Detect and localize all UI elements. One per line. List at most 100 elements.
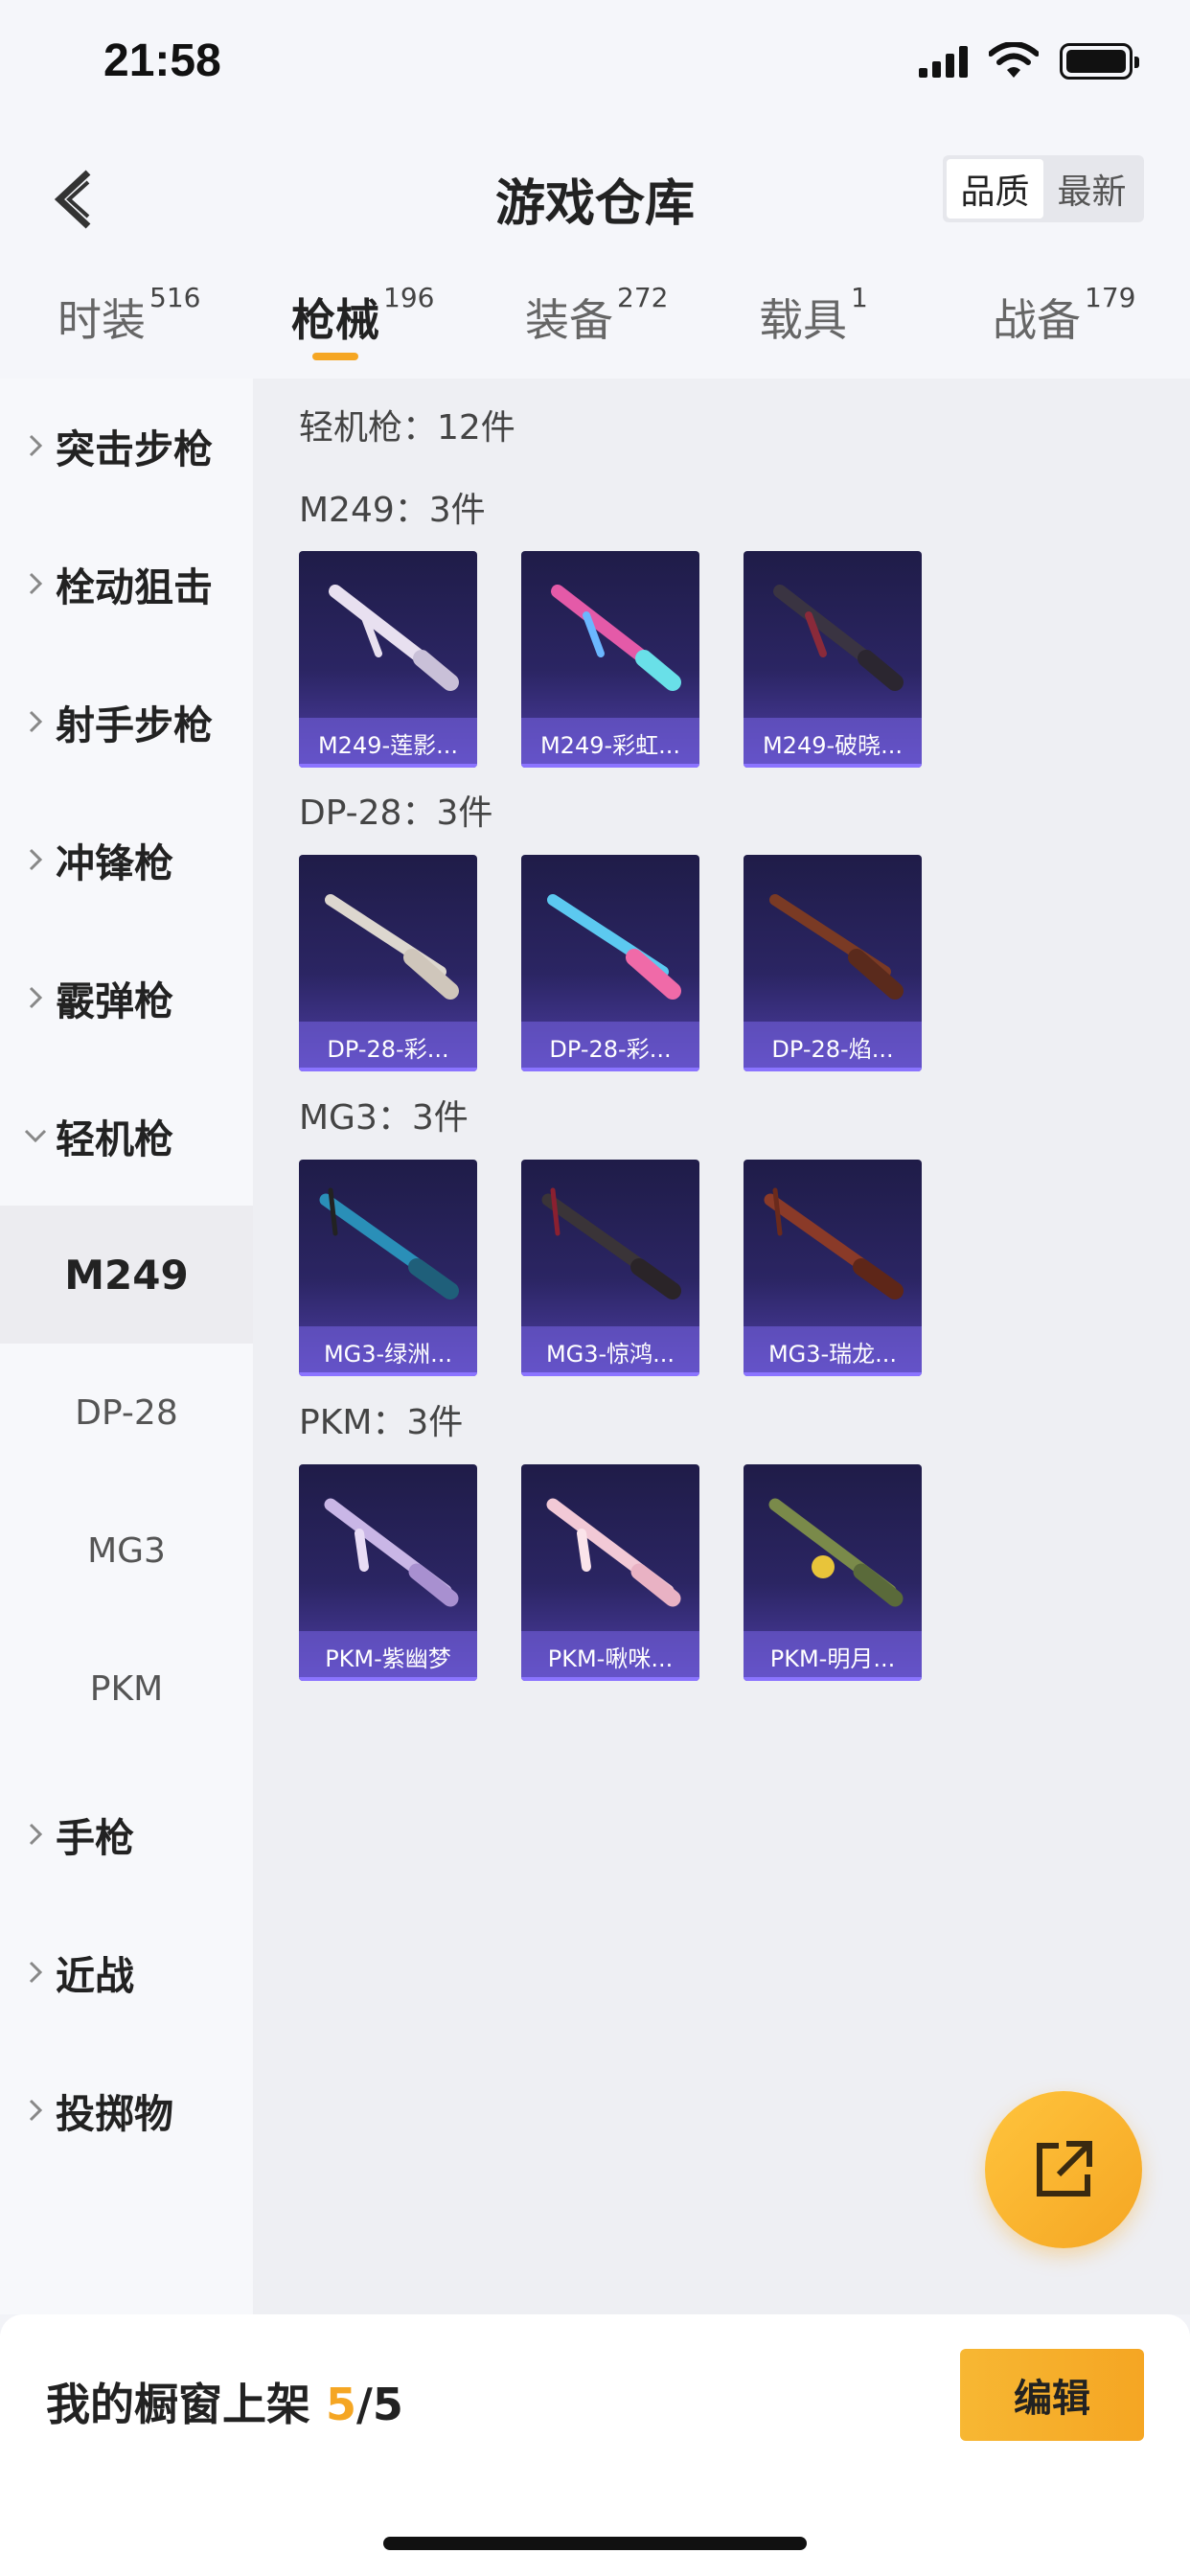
chevron-right-icon: [23, 2098, 48, 2123]
signal-icon: [919, 45, 968, 78]
chevron-right-icon: [23, 433, 48, 458]
gun-skin-image: [773, 585, 904, 691]
item-name: DP-28-彩...: [521, 1022, 699, 1071]
tab-count: 516: [149, 282, 201, 313]
item-card[interactable]: MG3-惊鸿...: [521, 1160, 699, 1376]
sidebar-item-label: 射手步枪: [56, 702, 213, 748]
sort-option-quality[interactable]: 品质: [947, 159, 1043, 218]
gun-skin-image: [329, 585, 459, 691]
tab-label: 战备: [993, 294, 1081, 346]
gun-skin-image: [319, 1187, 459, 1300]
chevron-right-icon: [23, 571, 48, 596]
group-heading-dp28: DP-28：3件: [299, 794, 493, 833]
sort-option-newest[interactable]: 最新: [1043, 159, 1140, 218]
group-heading-pkm: PKM：3件: [299, 1403, 464, 1442]
tab-count: 272: [617, 282, 669, 313]
item-card[interactable]: DP-28-焰...: [744, 855, 922, 1071]
sidebar-item-label: 霰弹枪: [56, 978, 173, 1024]
sidebar-item-label: 冲锋枪: [56, 840, 173, 886]
sidebar-item-label: 栓动狙击: [56, 564, 213, 610]
item-card[interactable]: M249-破晓...: [744, 551, 922, 768]
tab-label: 装备: [525, 294, 613, 346]
item-name: MG3-绿洲...: [299, 1326, 477, 1376]
active-tab-indicator: [312, 353, 358, 360]
item-name: M249-破晓...: [744, 718, 922, 768]
tab-count: 1: [851, 282, 868, 313]
sidebar-item-label: 手枪: [56, 1815, 134, 1861]
sidebar-item-label: 近战: [56, 1953, 134, 1999]
item-grid-panel: 轻机枪：12件 M249：3件 M249-莲影... M249-彩虹... M2…: [253, 379, 1190, 2314]
category-tabs: 时装 516 枪械 196 装备 272 载具 1 战备 179: [0, 268, 1190, 379]
share-button[interactable]: [985, 2091, 1142, 2248]
item-card[interactable]: PKM-明月...: [744, 1464, 922, 1681]
gun-skin-image: [541, 1187, 681, 1300]
item-card[interactable]: DP-28-彩...: [521, 855, 699, 1071]
sidebar-item-assault-rifle[interactable]: 突击步枪: [0, 407, 253, 484]
item-name: PKM-明月...: [744, 1631, 922, 1681]
header: 游戏仓库 品质 最新: [0, 134, 1190, 268]
showcase-label: 我的橱窗上架: [46, 2379, 310, 2430]
gun-skin-image: [768, 1498, 904, 1607]
gun-skin-image: [547, 894, 681, 1000]
item-name: M249-莲影...: [299, 718, 477, 768]
showcase-total-count: /5: [356, 2379, 403, 2430]
item-card[interactable]: M249-彩虹...: [521, 551, 699, 768]
home-indicator[interactable]: [383, 2537, 807, 2550]
item-name: PKM-紫幽梦: [299, 1631, 477, 1681]
showcase-current-count: 5: [326, 2379, 357, 2430]
sidebar: 突击步枪 栓动狙击 射手步枪 冲锋枪 霰弹枪 轻机枪 M249 DP-28 MG…: [0, 379, 253, 2314]
chevron-right-icon: [23, 709, 48, 734]
showcase-status: 我的橱窗上架 5/5: [46, 2370, 403, 2433]
chevron-right-icon: [23, 1822, 48, 1847]
sidebar-item-bolt-sniper[interactable]: 栓动狙击: [0, 545, 253, 622]
gun-skin-image: [764, 1187, 904, 1300]
sidebar-subitem-pkm[interactable]: PKM: [0, 1620, 253, 1758]
item-name: PKM-啾咪...: [521, 1631, 699, 1681]
gun-skin-image: [546, 1498, 681, 1607]
item-name: MG3-惊鸿...: [521, 1326, 699, 1376]
item-name: DP-28-彩...: [299, 1022, 477, 1071]
sidebar-item-smg[interactable]: 冲锋枪: [0, 821, 253, 898]
sidebar-subitem-m249[interactable]: M249: [0, 1206, 253, 1344]
tab-label: 枪械: [291, 294, 379, 346]
tab-supplies[interactable]: 战备 179: [993, 282, 1135, 349]
gun-skin-image: [324, 1498, 459, 1607]
item-card[interactable]: DP-28-彩...: [299, 855, 477, 1071]
tab-label: 时装: [57, 294, 146, 346]
item-name: MG3-瑞龙...: [744, 1326, 922, 1376]
wifi-icon: [989, 42, 1039, 78]
chevron-down-icon: [23, 1128, 48, 1143]
tab-vehicles[interactable]: 载具 1: [759, 282, 868, 349]
sidebar-subitem-mg3[interactable]: MG3: [0, 1482, 253, 1620]
edit-button[interactable]: 编辑: [960, 2349, 1144, 2441]
item-name: DP-28-焰...: [744, 1022, 922, 1071]
sidebar-subitem-dp28[interactable]: DP-28: [0, 1344, 253, 1482]
item-card[interactable]: PKM-紫幽梦: [299, 1464, 477, 1681]
sort-toggle: 品质 最新: [943, 155, 1144, 222]
gun-skin-image: [769, 894, 904, 1000]
sidebar-item-label: 投掷物: [56, 2091, 173, 2137]
item-card[interactable]: MG3-绿洲...: [299, 1160, 477, 1376]
battery-icon: [1060, 43, 1139, 80]
sidebar-item-label: 突击步枪: [56, 426, 213, 472]
item-card[interactable]: M249-莲影...: [299, 551, 477, 768]
sidebar-item-lmg[interactable]: 轻机枪: [0, 1097, 253, 1174]
item-card[interactable]: PKM-啾咪...: [521, 1464, 699, 1681]
tab-equipment[interactable]: 装备 272: [525, 282, 668, 349]
tab-firearms[interactable]: 枪械 196: [291, 282, 434, 349]
sidebar-item-pistol[interactable]: 手枪: [0, 1796, 253, 1873]
status-icons: [919, 42, 1139, 80]
category-summary: 轻机枪：12件: [299, 408, 515, 448]
share-external-icon: [1037, 2141, 1092, 2196]
chevron-right-icon: [23, 1960, 48, 1985]
tab-count: 196: [383, 282, 435, 313]
sidebar-item-label: 轻机枪: [56, 1116, 173, 1162]
sidebar-item-shotgun[interactable]: 霰弹枪: [0, 959, 253, 1036]
tab-count: 179: [1085, 282, 1136, 313]
sidebar-item-throwables[interactable]: 投掷物: [0, 2072, 253, 2149]
sidebar-item-marksman-rifle[interactable]: 射手步枪: [0, 683, 253, 760]
tab-skins[interactable]: 时装 516: [57, 282, 200, 349]
group-heading-mg3: MG3：3件: [299, 1098, 469, 1138]
sidebar-item-melee[interactable]: 近战: [0, 1934, 253, 2011]
item-card[interactable]: MG3-瑞龙...: [744, 1160, 922, 1376]
